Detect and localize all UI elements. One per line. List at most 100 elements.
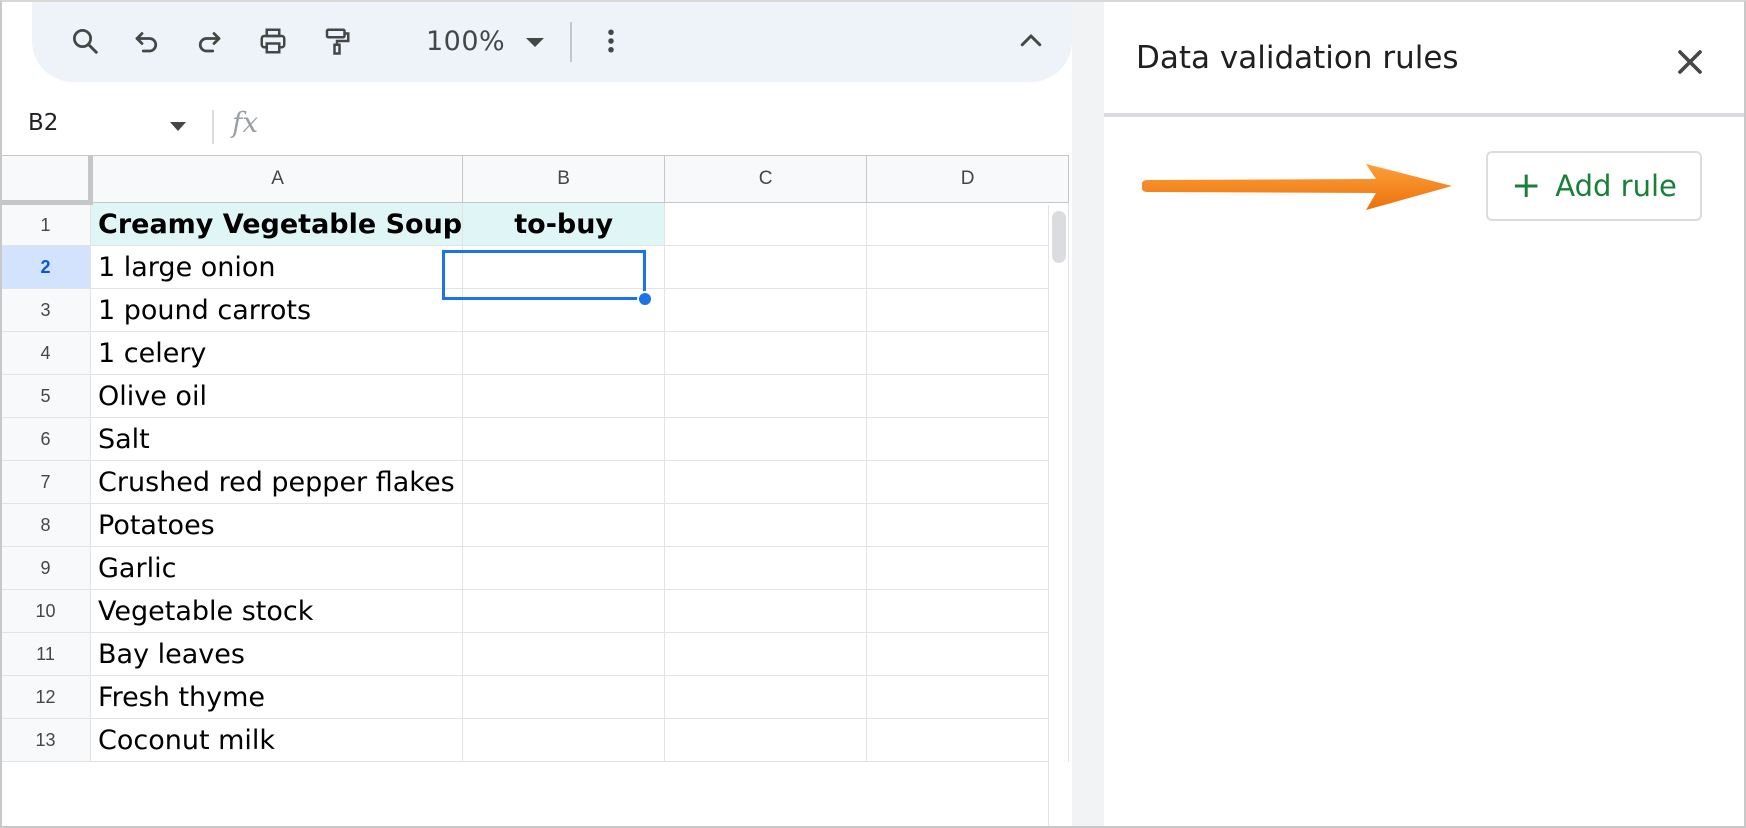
cell-b[interactable]: [462, 331, 666, 375]
cell-d[interactable]: [866, 245, 1070, 289]
cell-c[interactable]: [664, 202, 868, 246]
cell-c[interactable]: [664, 374, 868, 418]
column-header-b[interactable]: B: [462, 155, 666, 203]
table-row: 5 Olive oil: [0, 374, 1070, 418]
redo-icon[interactable]: [190, 22, 228, 60]
column-header-c[interactable]: C: [664, 155, 868, 203]
cell-a[interactable]: Creamy Vegetable Soup: [89, 202, 464, 246]
column-header-d[interactable]: D: [866, 155, 1070, 203]
table-row: 13 Coconut milk: [0, 718, 1070, 762]
cell-c[interactable]: [664, 632, 868, 676]
add-rule-button[interactable]: + Add rule: [1486, 151, 1702, 221]
row-header[interactable]: 2: [0, 245, 91, 289]
cell-d[interactable]: [866, 417, 1070, 461]
cell-b[interactable]: [462, 589, 666, 633]
cell-a[interactable]: Crushed red pepper flakes: [89, 460, 464, 504]
cell-a[interactable]: Salt: [89, 417, 464, 461]
row-header[interactable]: 1: [0, 202, 91, 246]
cell-a[interactable]: 1 celery: [89, 331, 464, 375]
cell-c[interactable]: [664, 589, 868, 633]
cell-d[interactable]: [866, 632, 1070, 676]
table-row: 10 Vegetable stock: [0, 589, 1070, 633]
cell-b[interactable]: [462, 245, 666, 289]
table-row: 21 large onion: [0, 245, 1070, 289]
cell-b[interactable]: [462, 675, 666, 719]
cell-b[interactable]: [462, 374, 666, 418]
cell-a[interactable]: Fresh thyme: [89, 675, 464, 719]
cell-c[interactable]: [664, 675, 868, 719]
cell-a[interactable]: Potatoes: [89, 503, 464, 547]
cell-a[interactable]: Garlic: [89, 546, 464, 590]
row-header[interactable]: 7: [0, 460, 91, 504]
row-header[interactable]: 8: [0, 503, 91, 547]
cell-d[interactable]: [866, 546, 1070, 590]
cell-d[interactable]: [866, 718, 1070, 762]
cell-a[interactable]: Coconut milk: [89, 718, 464, 762]
cell-a[interactable]: 1 large onion: [89, 245, 464, 289]
close-icon[interactable]: [1670, 42, 1710, 82]
cell-d[interactable]: [866, 460, 1070, 504]
print-icon[interactable]: [254, 22, 292, 60]
cell-a[interactable]: Olive oil: [89, 374, 464, 418]
table-row: 1 Creamy Vegetable Soup to-buy: [0, 202, 1070, 246]
table-row: 11 Bay leaves: [0, 632, 1070, 676]
chevron-up-icon[interactable]: [1012, 22, 1050, 60]
more-vert-icon[interactable]: [592, 22, 630, 60]
formula-bar-divider: [212, 110, 214, 144]
spreadsheet-area: 100% B2 fx A B C D 1 Creamy Vegetable So…: [0, 0, 1072, 828]
cell-d[interactable]: [866, 503, 1070, 547]
cell-d[interactable]: [866, 288, 1070, 332]
row-header[interactable]: 5: [0, 374, 91, 418]
cell-c[interactable]: [664, 503, 868, 547]
cell-d[interactable]: [866, 331, 1070, 375]
fill-handle[interactable]: [637, 291, 653, 307]
cell-c[interactable]: [664, 331, 868, 375]
zoom-select[interactable]: 100%: [426, 26, 505, 58]
select-all-corner[interactable]: [0, 155, 93, 205]
paint-format-icon[interactable]: [318, 22, 356, 60]
cell-b[interactable]: [462, 417, 666, 461]
cell-d[interactable]: [866, 675, 1070, 719]
cell-b[interactable]: to-buy: [462, 202, 666, 246]
row-header[interactable]: 11: [0, 632, 91, 676]
row-header[interactable]: 3: [0, 288, 91, 332]
row-header[interactable]: 10: [0, 589, 91, 633]
cell-a[interactable]: Vegetable stock: [89, 589, 464, 633]
cell-b[interactable]: [462, 632, 666, 676]
cell-c[interactable]: [664, 546, 868, 590]
row-header[interactable]: 9: [0, 546, 91, 590]
cell-d[interactable]: [866, 202, 1070, 246]
zoom-caret-icon[interactable]: [526, 38, 544, 47]
column-header-a[interactable]: A: [89, 155, 464, 203]
cell-b[interactable]: [462, 546, 666, 590]
scrollbar-thumb[interactable]: [1052, 211, 1066, 263]
table-row: 31 pound carrots: [0, 288, 1070, 332]
cell-c[interactable]: [664, 460, 868, 504]
cell-a[interactable]: Bay leaves: [89, 632, 464, 676]
cell-a[interactable]: 1 pound carrots: [89, 288, 464, 332]
row-header[interactable]: 4: [0, 331, 91, 375]
data-validation-panel: Data validation rules + Add rule: [1104, 0, 1746, 828]
cell-c[interactable]: [664, 718, 868, 762]
cell-c[interactable]: [664, 417, 868, 461]
cell-c[interactable]: [664, 245, 868, 289]
cell-d[interactable]: [866, 374, 1070, 418]
row-header[interactable]: 6: [0, 417, 91, 461]
panel-divider: [1104, 113, 1746, 117]
cell-b[interactable]: [462, 288, 666, 332]
name-box[interactable]: B2: [28, 110, 58, 136]
cell-d[interactable]: [866, 589, 1070, 633]
search-icon[interactable]: [66, 22, 104, 60]
plus-icon: +: [1511, 165, 1542, 206]
formula-bar: B2 fx: [0, 100, 1072, 152]
cell-b[interactable]: [462, 503, 666, 547]
undo-icon[interactable]: [128, 22, 166, 60]
cell-c[interactable]: [664, 288, 868, 332]
row-header[interactable]: 13: [0, 718, 91, 762]
cell-b[interactable]: [462, 718, 666, 762]
row-header[interactable]: 12: [0, 675, 91, 719]
toolbar-divider: [570, 22, 572, 62]
name-box-caret-icon[interactable]: [170, 122, 186, 131]
vertical-scrollbar[interactable]: [1048, 205, 1068, 828]
cell-b[interactable]: [462, 460, 666, 504]
